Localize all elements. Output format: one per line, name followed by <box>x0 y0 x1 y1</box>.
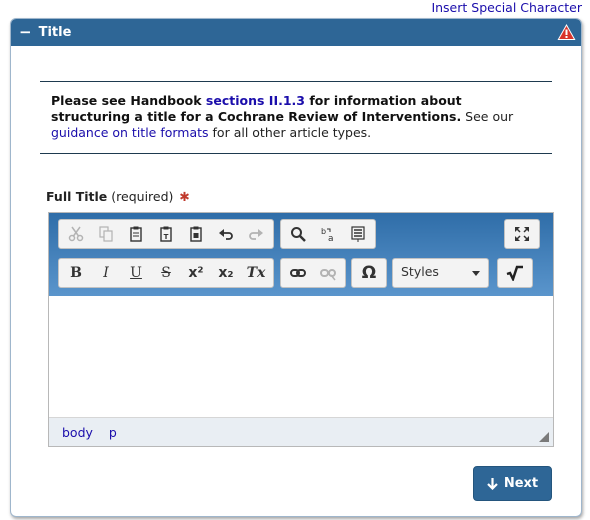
panel-title: Title <box>38 25 72 40</box>
square-root-icon[interactable] <box>500 261 530 285</box>
clipboard-group: T <box>58 219 274 249</box>
strikethrough-button[interactable]: S <box>151 261 181 285</box>
resize-handle-icon[interactable] <box>539 432 549 442</box>
format-group: B I U S x² x₂ Tx <box>58 258 274 288</box>
svg-text:T: T <box>164 233 169 241</box>
info-text-3: See our <box>461 109 514 124</box>
info-text-1: Please see Handbook <box>51 93 206 108</box>
italic-button[interactable]: I <box>91 261 121 285</box>
info-box: Please see Handbook sections II.1.3 for … <box>40 81 552 154</box>
editor-statusbar: body p <box>49 417 553 446</box>
find-group: ba <box>280 219 376 249</box>
path-body[interactable]: body <box>62 425 93 440</box>
remove-format-button[interactable]: Tx <box>241 261 271 285</box>
rich-text-editor: T ba B I U S x² x₂ Tx Ω Styles body p <box>48 212 554 447</box>
subscript-button[interactable]: x₂ <box>211 261 241 285</box>
required-star-icon: ✱ <box>179 189 190 204</box>
paste-word-icon[interactable] <box>181 222 211 246</box>
replace-icon[interactable]: ba <box>313 222 343 246</box>
title-panel: − Title Please see Handbook sections II.… <box>10 18 582 517</box>
title-formats-link[interactable]: guidance on title formats <box>51 125 209 140</box>
required-text: (required) <box>111 189 174 204</box>
editor-toolbar: T ba B I U S x² x₂ Tx Ω Styles <box>49 213 553 296</box>
paste-text-icon[interactable]: T <box>151 222 181 246</box>
insert-special-character-link[interactable]: Insert Special Character <box>431 0 582 15</box>
panel-header[interactable]: − Title <box>11 19 581 46</box>
undo-icon[interactable] <box>211 222 241 246</box>
svg-text:a: a <box>328 234 334 242</box>
special-char-group: Ω <box>351 258 387 288</box>
styles-dropdown[interactable]: Styles <box>392 258 489 288</box>
styles-label: Styles <box>401 264 439 279</box>
math-group <box>497 258 533 288</box>
redo-icon[interactable] <box>241 222 271 246</box>
next-button[interactable]: Next <box>473 466 552 501</box>
arrow-down-icon <box>487 478 498 490</box>
maximize-icon[interactable] <box>507 222 537 246</box>
select-all-icon[interactable] <box>343 222 373 246</box>
chevron-down-icon <box>472 271 480 276</box>
svg-text:b: b <box>321 227 326 236</box>
underline-button[interactable]: U <box>121 261 151 285</box>
link-group <box>280 258 346 288</box>
omega-button[interactable]: Ω <box>354 261 384 285</box>
copy-icon[interactable] <box>91 222 121 246</box>
field-label-text: Full Title <box>46 189 108 204</box>
info-text-4: for all other article types. <box>208 125 372 140</box>
editor-content-area[interactable] <box>49 296 553 417</box>
handbook-sections-link[interactable]: sections II.1.3 <box>206 93 305 108</box>
superscript-button[interactable]: x² <box>181 261 211 285</box>
full-title-label: Full Title (required) ✱ <box>46 189 190 204</box>
maximize-group <box>504 219 540 249</box>
paste-icon[interactable] <box>121 222 151 246</box>
unlink-icon[interactable] <box>313 261 343 285</box>
next-label: Next <box>503 476 539 491</box>
warning-icon <box>557 24 576 40</box>
collapse-icon[interactable]: − <box>19 25 32 40</box>
page-root: Insert Special Character − Title Please … <box>0 0 590 520</box>
link-icon[interactable] <box>283 261 313 285</box>
bold-button[interactable]: B <box>61 261 91 285</box>
cut-icon[interactable] <box>61 222 91 246</box>
path-p[interactable]: p <box>109 425 117 440</box>
search-icon[interactable] <box>283 222 313 246</box>
